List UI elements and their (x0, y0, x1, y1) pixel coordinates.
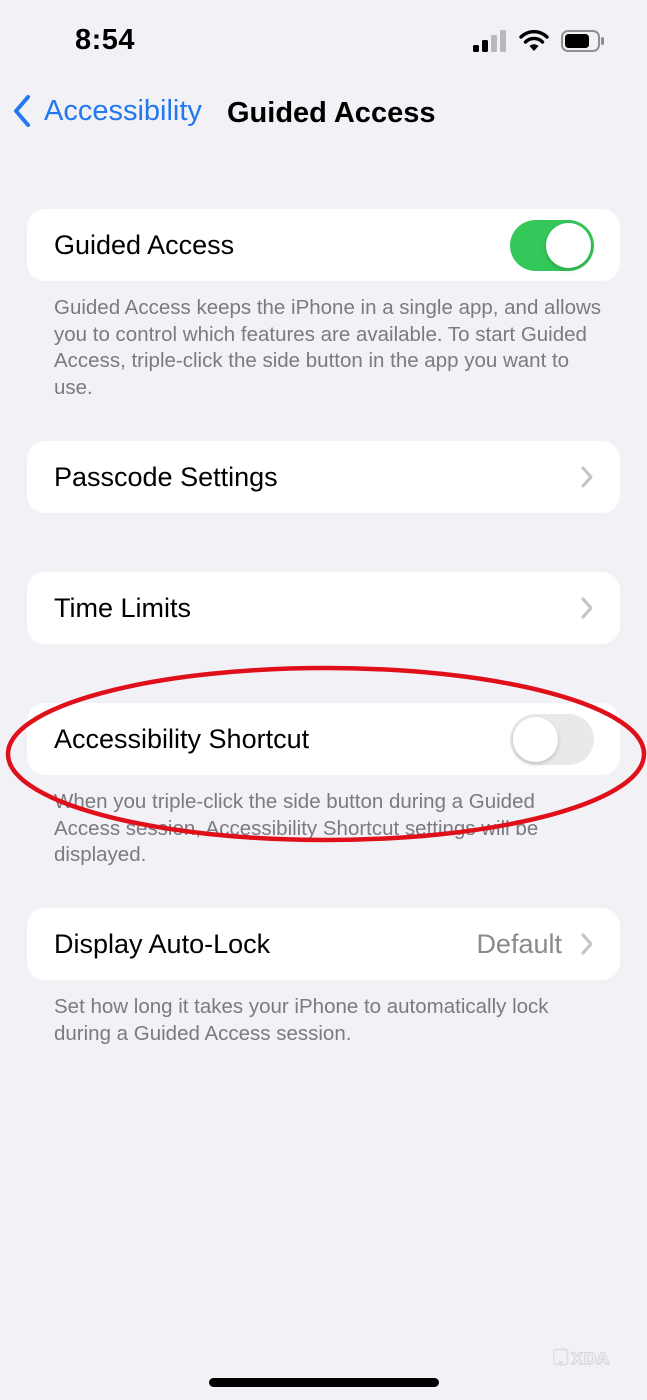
time-limits-label: Time Limits (54, 593, 192, 623)
home-indicator (209, 1378, 439, 1387)
navigation-bar: Accessibility Guided Access (0, 88, 647, 144)
toggle-knob (513, 717, 558, 762)
back-button-label: Accessibility (44, 94, 202, 127)
guided-access-row: Guided Access (27, 209, 620, 281)
chevron-left-icon (14, 95, 30, 127)
time-limits-row[interactable]: Time Limits (27, 572, 620, 644)
display-auto-lock-footnote: Set how long it takes your iPhone to aut… (54, 995, 549, 1045)
watermark-text: XDA (571, 1349, 610, 1368)
status-bar: 8:54 (0, 0, 647, 80)
battery-icon (561, 30, 604, 52)
chevron-right-icon (581, 933, 593, 955)
passcode-settings-row[interactable]: Passcode Settings (27, 441, 620, 513)
accessibility-shortcut-label: Accessibility Shortcut (54, 724, 310, 754)
display-auto-lock-label: Display Auto-Lock (54, 929, 271, 959)
guided-access-toggle[interactable] (510, 220, 594, 271)
wifi-icon (519, 30, 549, 51)
chevron-right-icon (581, 597, 593, 619)
cellular-signal-icon (473, 30, 506, 52)
accessibility-shortcut-toggle[interactable] (510, 714, 594, 765)
back-button[interactable]: Accessibility (12, 94, 202, 128)
xda-logo: XDA (552, 1348, 610, 1369)
accessibility-shortcut-footnote: When you triple-click the side button du… (54, 790, 539, 866)
status-icons (473, 30, 605, 52)
accessibility-shortcut-row: Accessibility Shortcut (27, 703, 620, 775)
passcode-settings-label: Passcode Settings (54, 462, 278, 492)
display-auto-lock-row[interactable]: Display Auto-Lock Default (27, 908, 620, 980)
display-auto-lock-value: Default (476, 929, 562, 959)
page-title: Guided Access (227, 97, 436, 129)
toggle-knob (546, 223, 591, 268)
guided-access-footnote: Guided Access keeps the iPhone in a sing… (54, 296, 602, 399)
status-time: 8:54 (75, 24, 136, 56)
guided-access-label: Guided Access (54, 230, 235, 260)
xda-watermark: XDA (552, 1347, 615, 1374)
chevron-right-icon (581, 466, 593, 488)
